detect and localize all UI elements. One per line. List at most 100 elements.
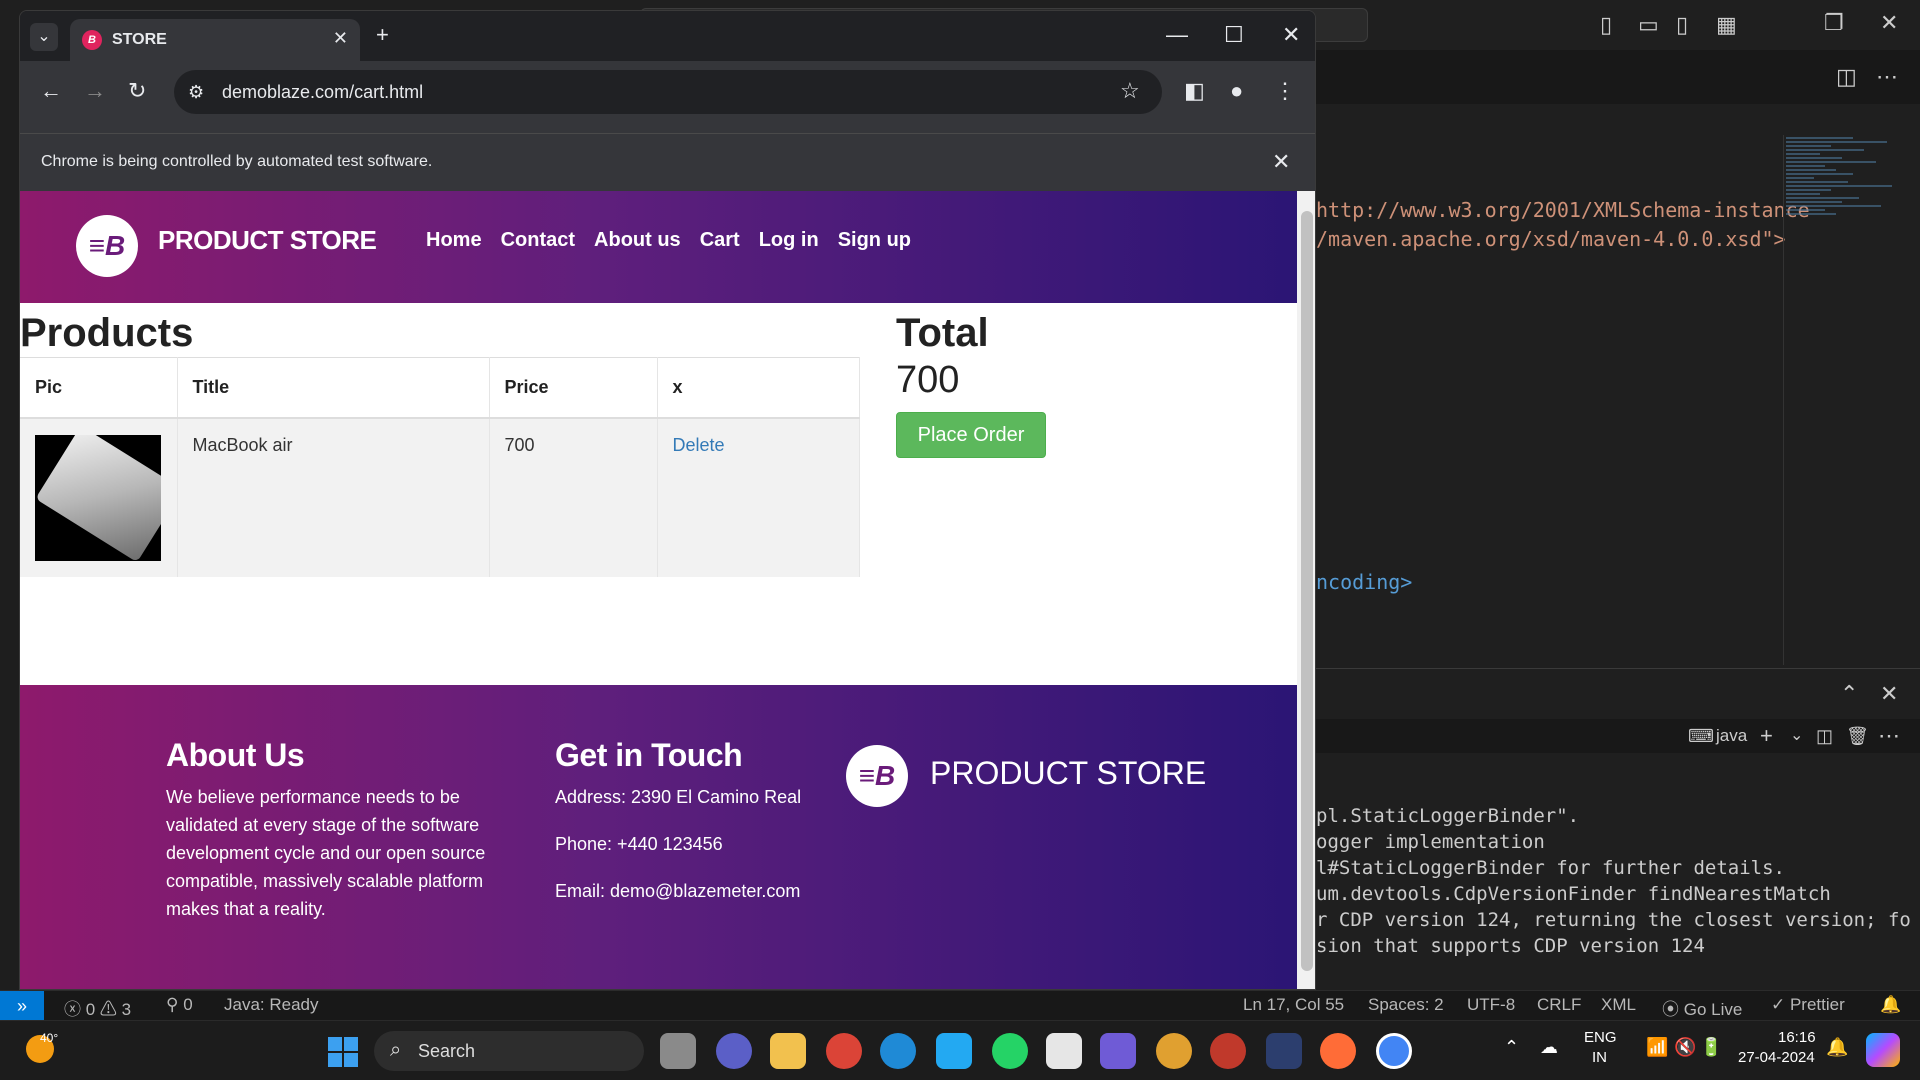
terminal-more-icon[interactable]: ⋯ [1878,723,1900,749]
close-infobar-icon[interactable]: ✕ [1272,148,1290,176]
notifications-bell-icon[interactable]: 🔔 [1880,995,1901,1015]
browser-tab[interactable]: B STORE ✕ [70,19,360,61]
maximize-panel-icon[interactable]: ⌃ [1840,681,1858,707]
chevron-down-icon[interactable]: ⌄ [1790,723,1803,749]
minimap[interactable] [1786,135,1898,335]
split-terminal-icon[interactable]: ◫ [1816,723,1833,749]
footer-brand: PRODUCT STORE [930,755,1207,791]
ports-status[interactable]: ⚲ 0 [166,995,193,1015]
bookmark-star-icon[interactable]: ☆ [1120,77,1140,105]
total-heading: Total [896,311,989,355]
battery-icon[interactable]: 🔋 [1700,1037,1722,1058]
app-icon[interactable] [1100,1033,1136,1069]
chrome-profile-icon[interactable] [1156,1033,1192,1069]
chrome-menu-icon[interactable]: ⋮ [1274,77,1296,105]
new-tab-icon[interactable]: + [376,21,389,49]
nav-sign-up[interactable]: Sign up [838,229,911,252]
nav-cart[interactable]: Cart [700,229,740,252]
copilot-icon[interactable] [1866,1033,1900,1067]
windows-taskbar: 40° ⌕ Search ⌃ ☁ ENG IN 📶 🔇 🔋 16:16 27-0… [0,1020,1920,1080]
nav-about-us[interactable]: About us [594,229,681,252]
close-tab-icon[interactable]: ✕ [333,28,348,49]
maximize-icon[interactable]: ☐ [1224,21,1244,49]
page-scrollbar[interactable] [1297,191,1315,989]
close-window-icon[interactable]: ✕ [1282,21,1300,49]
place-order-button[interactable]: Place Order [896,412,1046,458]
toggle-secondary-sidebar-icon[interactable]: ▯ [1676,12,1688,38]
postman-icon[interactable] [1320,1033,1356,1069]
language-top[interactable]: ENG [1584,1029,1617,1046]
mute-icon[interactable]: 🔇 [1674,1037,1696,1058]
problems-status[interactable]: ⓧ 0 ⚠ 3 [64,995,131,1020]
file-explorer-icon[interactable] [770,1033,806,1069]
get-in-touch-heading: Get in Touch [555,737,743,773]
chrome-window: ⌄ B STORE ✕ + — ☐ ✕ ← → ↻ ⚙ demoblaze.co… [19,10,1316,990]
taskbar-search-box[interactable]: ⌕ Search [374,1031,644,1071]
close-panel-icon[interactable]: ✕ [1880,681,1898,707]
notification-icon[interactable]: 🔔 [1826,1037,1848,1058]
minimize-icon[interactable]: — [1166,21,1188,49]
footer-logo-icon: ≡B [846,745,908,807]
close-window-icon[interactable]: ✕ [1880,10,1898,36]
clock-time[interactable]: 16:16 [1778,1029,1816,1046]
wifi-icon[interactable]: 📶 [1646,1037,1668,1058]
chrome-profile-icon[interactable] [1210,1033,1246,1069]
chevron-up-icon[interactable]: ⌃ [1504,1037,1519,1058]
back-icon[interactable]: ← [40,77,62,105]
address-bar[interactable]: ⚙ demoblaze.com/cart.html ☆ [174,70,1162,114]
prettier-status[interactable]: ✓ Prettier [1771,995,1845,1015]
brand-name[interactable]: PRODUCT STORE [158,225,377,256]
task-view-icon[interactable] [660,1033,696,1069]
encoding-status[interactable]: UTF-8 [1467,995,1515,1015]
cursor-position-status[interactable]: Ln 17, Col 55 [1243,995,1344,1015]
reload-icon[interactable]: ↻ [128,77,146,105]
more-actions-icon[interactable]: ⋯ [1876,64,1898,90]
onedrive-icon[interactable]: ☁ [1540,1037,1558,1058]
store-logo-icon[interactable]: ≡B [76,215,138,277]
profile-icon[interactable]: ● [1230,77,1243,105]
whatsapp-icon[interactable] [992,1033,1028,1069]
edge-icon[interactable] [880,1033,916,1069]
nav-links: Home Contact About us Cart Log in Sign u… [426,229,911,252]
delete-link[interactable]: Delete [673,435,725,455]
page-viewport: ≡B PRODUCT STORE Home Contact About us C… [20,191,1297,989]
forward-icon[interactable]: → [84,77,106,105]
nav-contact[interactable]: Contact [501,229,575,252]
toggle-sidebar-icon[interactable]: ▯ [1600,12,1612,38]
tab-search-icon[interactable]: ⌄ [30,23,58,51]
vscode-terminal-panel[interactable]: ⌃ ✕ ⌨ java + ⌄ ◫ 🗑 ⋯ pl.StaticLoggerBind… [1316,668,1920,990]
indentation-status[interactable]: Spaces: 2 [1368,995,1444,1015]
editor-tab-bar: ◫ ⋯ [1316,50,1920,104]
start-button-icon[interactable] [328,1037,358,1067]
go-live-status[interactable]: ⦿ Go Live [1662,995,1742,1020]
code-line: /maven.apache.org/xsd/maven-4.0.0.xsd"> [1316,227,1786,251]
store-icon[interactable] [1046,1033,1082,1069]
chrome-active-icon[interactable] [1376,1033,1412,1069]
kill-terminal-icon[interactable]: 🗑 [1846,723,1869,749]
automation-infobar: Chrome is being controlled by automated … [20,133,1315,191]
language-bottom[interactable]: IN [1592,1049,1607,1066]
about-us-text: We believe performance needs to be valid… [166,787,486,919]
code-line: ncoding> [1316,570,1413,594]
scrollbar-thumb[interactable] [1301,211,1313,971]
vscode-taskbar-icon[interactable] [936,1033,972,1069]
side-panel-icon[interactable]: ◧ [1184,77,1205,105]
java-status[interactable]: Java: Ready [224,995,319,1015]
restore-window-icon[interactable]: ❐ [1824,10,1844,36]
eol-status[interactable]: CRLF [1537,995,1581,1015]
eclipse-icon[interactable] [1266,1033,1302,1069]
nav-home[interactable]: Home [426,229,482,252]
remote-indicator-icon[interactable]: » [0,991,44,1021]
chrome-taskbar-icon[interactable] [826,1033,862,1069]
clock-date[interactable]: 27-04-2024 [1738,1049,1815,1066]
nav-log-in[interactable]: Log in [759,229,819,252]
site-info-icon[interactable]: ⚙ [188,78,204,106]
split-editor-icon[interactable]: ◫ [1836,64,1857,90]
language-mode-status[interactable]: XML [1601,995,1636,1015]
toggle-panel-icon[interactable]: ▭ [1638,12,1659,38]
url-text[interactable]: demoblaze.com/cart.html [222,82,423,103]
customize-layout-icon[interactable]: ▦ [1716,12,1737,38]
meet-icon[interactable] [716,1033,752,1069]
terminal-profile-label[interactable]: java [1716,726,1747,746]
new-terminal-icon[interactable]: + [1760,723,1773,749]
